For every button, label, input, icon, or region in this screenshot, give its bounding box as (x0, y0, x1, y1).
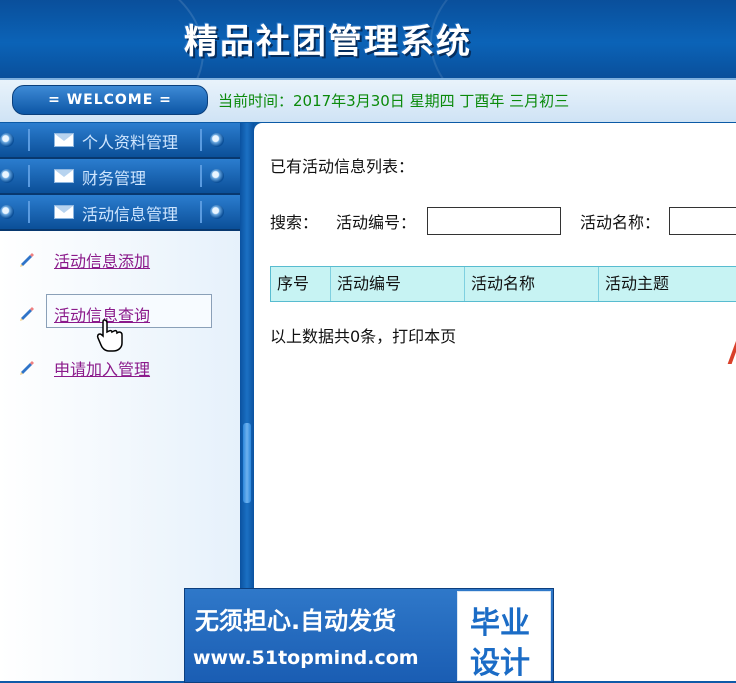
menu-separator (28, 165, 30, 187)
menu-separator (28, 201, 30, 223)
menu-label: 财务管理 (82, 169, 147, 188)
pencil-icon (20, 361, 34, 375)
records-summary[interactable]: 以上数据共0条，打印本页 (270, 323, 456, 347)
hand-cursor-icon (96, 319, 123, 352)
activity-id-input[interactable] (427, 207, 561, 235)
badge-line-2: 设计 (470, 646, 530, 681)
menu-separator (28, 129, 30, 151)
mail-icon (54, 133, 74, 147)
app-header: 精品社团管理系统 (0, 0, 736, 154)
menu-label: 个人资料管理 (82, 133, 179, 152)
info-bar: = WELCOME = 当前时间：2017年3月30日 星期四 丁酉年 三月初三 (0, 78, 736, 125)
menu-separator (200, 129, 202, 151)
welcome-badge: = WELCOME = (12, 85, 208, 115)
banner-slogan: 无须担心.自动发货 (195, 607, 397, 635)
menu-personal-profile[interactable]: 个人资料管理 (0, 123, 240, 159)
menu-dot-right-icon (210, 169, 224, 183)
activity-id-label: 活动编号： (336, 213, 417, 232)
menu-dot-left-icon (0, 169, 14, 183)
list-title: 已有活动信息列表： (270, 157, 415, 176)
banner-url[interactable]: www.51topmind.com (193, 647, 419, 669)
menu-dot-left-icon (0, 205, 14, 219)
menu-activity-info[interactable]: 活动信息管理 (0, 195, 240, 231)
pencil-icon (20, 253, 34, 267)
current-time-text: 当前时间：2017年3月30日 星期四 丁酉年 三月初三 (218, 92, 570, 110)
menu-label: 活动信息管理 (82, 205, 179, 224)
th-activity-name: 活动名称 (465, 267, 599, 301)
activity-name-label: 活动名称： (580, 213, 661, 232)
sidebar-item-join-requests[interactable]: 申请加入管理 (14, 354, 224, 380)
th-index: 序号 (271, 267, 331, 301)
sidebar-item-label: 申请加入管理 (54, 360, 151, 379)
site-title: 精品社团管理系统 (184, 22, 472, 62)
menu-dot-left-icon (0, 133, 14, 147)
banner-badge: 毕业 设计 (457, 591, 551, 681)
pencil-icon (20, 307, 34, 321)
promo-banner[interactable]: 无须担心.自动发货 www.51topmind.com 毕业 设计 (184, 588, 554, 683)
mail-icon (54, 205, 74, 219)
search-label: 搜索： (270, 213, 319, 232)
menu-dot-right-icon (210, 205, 224, 219)
activity-name-input[interactable] (669, 207, 736, 235)
menu-dot-right-icon (210, 133, 224, 147)
th-activity-theme: 活动主题 (605, 274, 670, 293)
mail-icon (54, 169, 74, 183)
menu-finance[interactable]: 财务管理 (0, 159, 240, 195)
sidebar-item-activity-add[interactable]: 活动信息添加 (14, 246, 224, 272)
sidebar-item-label: 活动信息添加 (54, 252, 151, 271)
menu-separator (200, 165, 202, 187)
badge-line-1: 毕业 (470, 606, 530, 641)
th-activity-id: 活动编号 (331, 267, 465, 301)
splitter-grip[interactable] (243, 423, 251, 503)
menu-separator (200, 201, 202, 223)
table-header-row: 序号 活动编号 活动名称 活动主题 (270, 266, 736, 302)
